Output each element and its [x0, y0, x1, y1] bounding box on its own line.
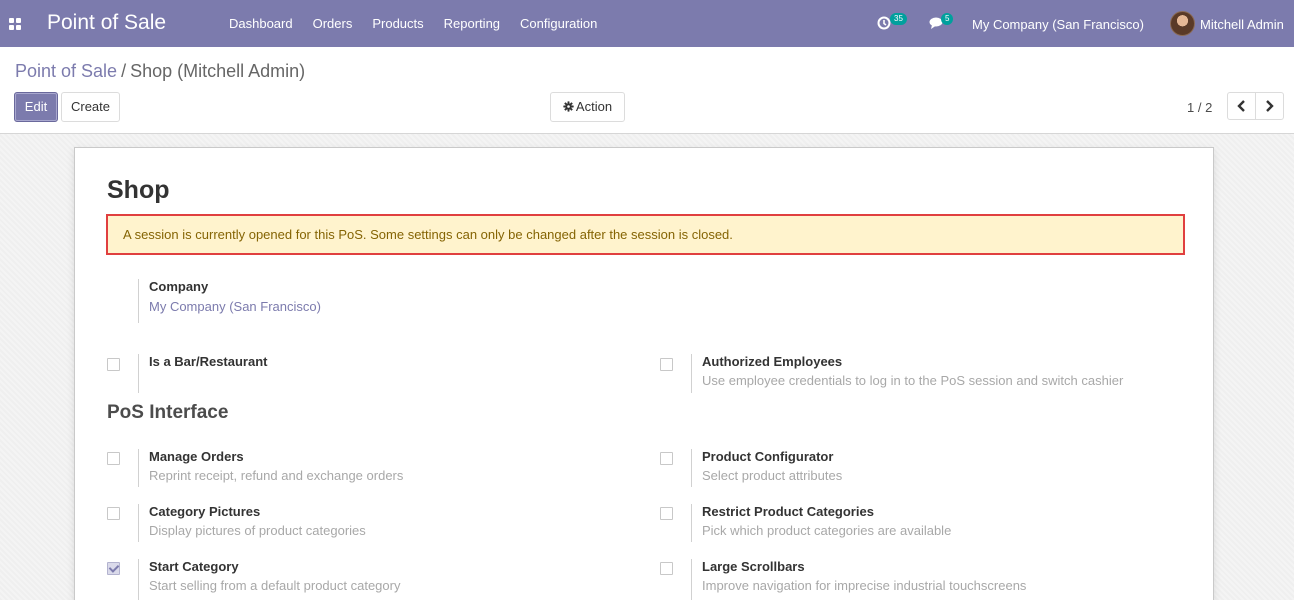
user-avatar[interactable]	[1170, 11, 1195, 36]
company-value[interactable]: My Company (San Francisco)	[149, 299, 321, 314]
user-menu[interactable]: Mitchell Admin	[1200, 17, 1284, 32]
create-button-label: Create	[70, 99, 111, 114]
app-title[interactable]: Point of Sale	[47, 11, 166, 35]
product-configurator-setting: Product Configurator Select product attr…	[691, 449, 842, 487]
breadcrumb-separator: /	[121, 61, 127, 81]
authorized-employees-checkbox[interactable]	[660, 358, 673, 371]
edit-button[interactable]: Edit	[14, 92, 58, 122]
menu-orders[interactable]: Orders	[303, 0, 363, 47]
setting-label: Category Pictures	[149, 504, 261, 519]
menu-products[interactable]: Products	[362, 0, 433, 47]
setting-label: Authorized Employees	[702, 354, 843, 369]
control-panel: Point of Sale / Shop (Mitchell Admin) Edit…	[0, 47, 1294, 134]
top-navbar: Point of Sale Dashboard Orders Products …	[0, 0, 1294, 47]
setting-help: Select product attributes	[702, 468, 843, 483]
setting-label: Manage Orders	[149, 449, 244, 464]
gear-icon	[563, 101, 574, 112]
setting-help: Reprint receipt, refund and exchange ord…	[149, 468, 404, 483]
apps-icon[interactable]	[9, 18, 21, 30]
setting-help: Use employee credentials to log in to th…	[702, 373, 1124, 388]
setting-label: Large Scrollbars	[702, 559, 805, 574]
large-scrollbars-checkbox[interactable]	[660, 562, 673, 575]
action-button-label: Action	[575, 99, 613, 114]
setting-help: Start selling from a default product cat…	[149, 578, 401, 593]
setting-label: Restrict Product Categories	[702, 504, 874, 519]
company-label: Company	[149, 279, 209, 294]
category-pictures-setting: Category Pictures Display pictures of pr…	[138, 504, 366, 542]
pager-previous-button[interactable]	[1227, 92, 1256, 120]
bar-restaurant-checkbox[interactable]	[107, 358, 120, 371]
large-scrollbars-setting: Large Scrollbars Improve navigation for …	[691, 559, 1026, 600]
restrict-product-categories-setting: Restrict Product Categories Pick which p…	[691, 504, 951, 542]
bar-restaurant-setting: Is a Bar/Restaurant	[138, 354, 268, 393]
setting-help: Display pictures of product categories	[149, 523, 366, 538]
session-warning-alert: A session is currently opened for this P…	[106, 214, 1185, 255]
authorized-employees-setting: Authorized Employees Use employee creden…	[691, 354, 1123, 393]
setting-label: Start Category	[149, 559, 239, 574]
restrict-product-categories-checkbox[interactable]	[660, 507, 673, 520]
manage-orders-checkbox[interactable]	[107, 452, 120, 465]
category-pictures-checkbox[interactable]	[107, 507, 120, 520]
menu-configuration[interactable]: Configuration	[510, 0, 607, 47]
form-sheet: Shop A session is currently opened for t…	[74, 147, 1214, 600]
setting-label: Product Configurator	[702, 449, 834, 464]
menu-reporting[interactable]: Reporting	[434, 0, 510, 47]
start-category-setting: Start Category Start selling from a defa…	[138, 559, 400, 600]
main-menu: Dashboard Orders Products Reporting Conf…	[219, 0, 607, 47]
breadcrumb-parent[interactable]: Point of Sale	[15, 61, 117, 81]
breadcrumb: Point of Sale / Shop (Mitchell Admin)	[15, 61, 305, 82]
menu-dashboard[interactable]: Dashboard	[219, 0, 303, 47]
start-category-checkbox[interactable]	[107, 562, 120, 575]
setting-help: Pick which product categories are availa…	[702, 523, 952, 538]
product-configurator-checkbox[interactable]	[660, 452, 673, 465]
pager-value[interactable]: 1 / 2	[1187, 100, 1212, 115]
company-field: Company My Company (San Francisco)	[138, 279, 321, 323]
chevron-left-icon	[1237, 100, 1245, 112]
create-button[interactable]: Create	[61, 92, 120, 122]
setting-help: Improve navigation for imprecise industr…	[702, 578, 1027, 593]
pos-interface-section-title: PoS Interface	[107, 402, 229, 423]
message-count-badge: 5	[941, 13, 954, 25]
company-switcher[interactable]: My Company (San Francisco)	[972, 17, 1144, 32]
activity-count-badge: 35	[890, 13, 907, 25]
action-button[interactable]: Action	[550, 92, 625, 122]
setting-label: Is a Bar/Restaurant	[149, 354, 268, 369]
breadcrumb-current: Shop (Mitchell Admin)	[130, 61, 306, 81]
pager-next-button[interactable]	[1255, 92, 1284, 120]
chevron-right-icon	[1266, 100, 1274, 112]
form-view: Shop A session is currently opened for t…	[0, 134, 1294, 600]
manage-orders-setting: Manage Orders Reprint receipt, refund an…	[138, 449, 403, 487]
record-title: Shop	[107, 176, 170, 204]
